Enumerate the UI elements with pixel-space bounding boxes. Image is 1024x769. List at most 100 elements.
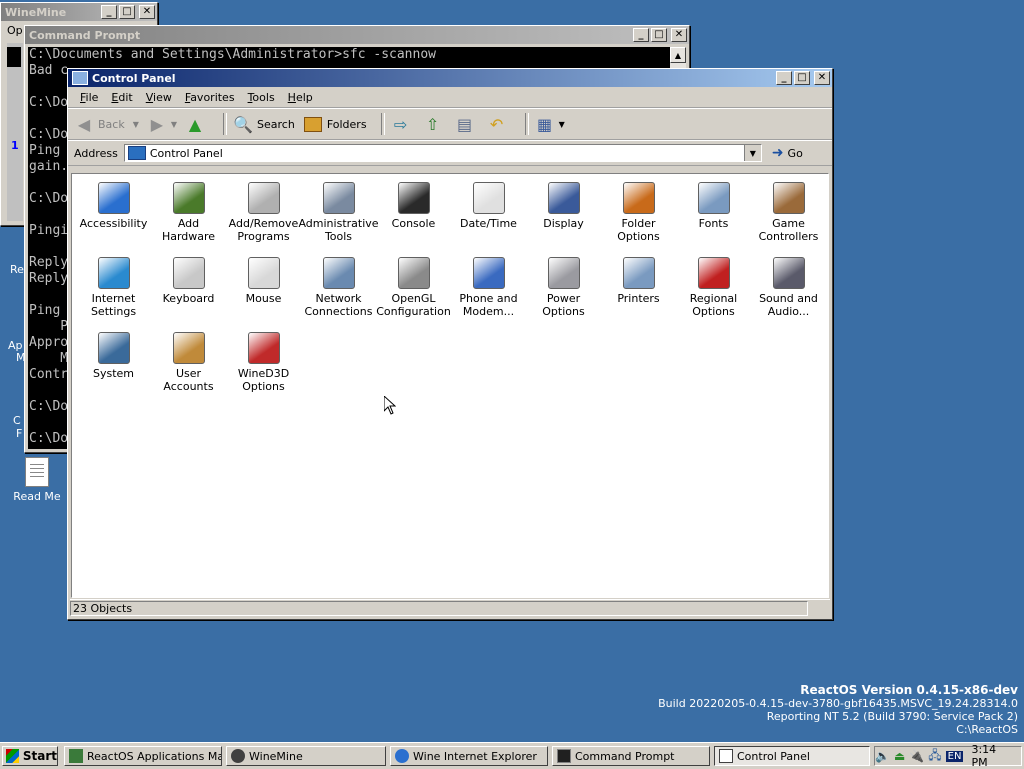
control-panel-titlebar[interactable]: Control Panel _ □ ✕ xyxy=(68,69,832,87)
applet-label-line2: Tools xyxy=(324,230,353,243)
back-button[interactable]: ◀ Back ▼ xyxy=(74,114,139,134)
menu-edit[interactable]: Edit xyxy=(111,91,132,104)
chevron-down-icon[interactable]: ▼ xyxy=(133,120,139,129)
minimize-button[interactable]: _ xyxy=(776,71,792,85)
add-hardware-icon xyxy=(172,182,205,214)
back-arrow-icon: ◀ xyxy=(77,114,91,134)
desktop-partial-label: C xyxy=(13,414,21,427)
folders-button[interactable]: Folders xyxy=(303,114,367,134)
forward-button[interactable]: ▶ ▼ xyxy=(147,114,177,134)
close-button[interactable]: ✕ xyxy=(139,5,155,19)
language-indicator[interactable]: EN xyxy=(945,750,964,762)
keyboard-icon xyxy=(172,257,205,289)
up-button[interactable]: ▲ xyxy=(185,114,209,134)
applet-date-time[interactable]: Date/Time xyxy=(451,178,526,253)
applet-accessibility[interactable]: Accessibility xyxy=(76,178,151,253)
status-text: 23 Objects xyxy=(73,602,133,615)
system-icon xyxy=(97,332,130,364)
applet-display[interactable]: Display xyxy=(526,178,601,253)
menu-view[interactable]: View xyxy=(146,91,172,104)
minefield[interactable]: 1 xyxy=(7,43,23,221)
scroll-up-icon[interactable]: ▲ xyxy=(670,47,686,63)
toolbar-separator xyxy=(524,113,529,135)
display-icon xyxy=(547,182,580,214)
minimize-button[interactable]: _ xyxy=(633,28,649,42)
close-button[interactable]: ✕ xyxy=(671,28,687,42)
up-arrow-icon: ▲ xyxy=(188,114,202,134)
applet-label: Sound and xyxy=(759,292,818,305)
applet-label-line2: Options xyxy=(692,305,735,318)
undo-icon: ↶ xyxy=(489,114,504,134)
control-panel-content[interactable]: Accessibility Add Hardware Add/Remove Progra… xyxy=(71,173,829,598)
applet-internet-settings[interactable]: Internet Settings xyxy=(76,253,151,328)
chevron-down-icon[interactable]: ▼ xyxy=(559,120,565,129)
applet-regional-options[interactable]: Regional Options xyxy=(676,253,751,328)
taskbar-button-app-manager[interactable]: ReactOS Applications Man... xyxy=(64,746,222,766)
go-button[interactable]: ➜ Go xyxy=(772,145,803,161)
winemine-titlebar[interactable]: WineMine _ □ ✕ xyxy=(1,3,157,21)
applet-power-options[interactable]: Power Options xyxy=(526,253,601,328)
taskbar-button-command-prompt[interactable]: Command Prompt xyxy=(552,746,710,766)
close-button[interactable]: ✕ xyxy=(814,71,830,85)
undo-button[interactable]: ↶ xyxy=(487,114,511,134)
menu-file[interactable]: File xyxy=(80,91,98,104)
safely-remove-icon[interactable]: ⏏ xyxy=(894,749,905,763)
applet-opengl[interactable]: OpenGL Configuration xyxy=(376,253,451,328)
applet-printers[interactable]: Printers xyxy=(601,253,676,328)
move-to-icon: ⇨ xyxy=(393,114,408,134)
menu-help[interactable]: Help xyxy=(288,91,313,104)
cmd-titlebar[interactable]: Command Prompt _ □ ✕ xyxy=(25,26,689,44)
applet-user-accounts[interactable]: User Accounts xyxy=(151,328,226,403)
applet-keyboard[interactable]: Keyboard xyxy=(151,253,226,328)
applet-game-controllers[interactable]: Game Controllers xyxy=(751,178,826,253)
control-panel-window[interactable]: Control Panel _ □ ✕ File Edit View Favor… xyxy=(67,68,833,620)
volume-icon[interactable]: 🔈 xyxy=(875,749,890,763)
clock[interactable]: 3:14 PM xyxy=(971,743,1015,769)
document-icon xyxy=(25,457,49,487)
address-input[interactable]: Control Panel ▼ xyxy=(123,144,762,162)
applet-label: Add xyxy=(177,217,200,230)
applet-label: Date/Time xyxy=(460,217,517,230)
move-to-button[interactable]: ⇨ xyxy=(391,114,415,134)
maximize-button[interactable]: □ xyxy=(119,5,135,19)
network-connections-icon xyxy=(322,257,355,289)
taskbar-button-control-panel[interactable]: Control Panel xyxy=(714,746,870,766)
minimize-button[interactable]: _ xyxy=(101,5,117,19)
desktop-icon-read-me[interactable]: Read Me xyxy=(12,457,62,503)
applet-wined3d[interactable]: WineD3D Options xyxy=(226,328,301,403)
applet-system[interactable]: System xyxy=(76,328,151,403)
power-icon[interactable]: 🔌 xyxy=(909,749,924,763)
maximize-button[interactable]: □ xyxy=(794,71,810,85)
chevron-down-icon[interactable]: ▼ xyxy=(171,120,177,129)
maximize-button[interactable]: □ xyxy=(651,28,667,42)
search-button[interactable]: 🔍 Search xyxy=(233,114,295,134)
applet-label-line2: Connections xyxy=(304,305,373,318)
menu-favorites[interactable]: Favorites xyxy=(185,91,235,104)
chevron-down-icon[interactable]: ▼ xyxy=(743,145,761,161)
applet-add-remove-programs[interactable]: Add/Remove Programs xyxy=(226,178,301,253)
winemine-icon xyxy=(231,749,245,763)
network-icon[interactable]: 🖧 xyxy=(928,746,941,767)
console-icon xyxy=(397,182,430,214)
applet-fonts[interactable]: Fonts xyxy=(676,178,751,253)
applet-administrative-tools[interactable]: Administrative Tools xyxy=(298,178,379,253)
applet-label-line2: Controllers xyxy=(758,230,819,243)
views-button[interactable]: ▦ ▼ xyxy=(535,114,565,134)
taskbar-button-winemine[interactable]: WineMine xyxy=(226,746,386,766)
applet-add-hardware[interactable]: Add Hardware xyxy=(151,178,226,253)
applet-label: Game xyxy=(772,217,805,230)
delete-button[interactable]: ▤ xyxy=(455,114,479,134)
applet-sound-audio[interactable]: Sound and Audio... xyxy=(751,253,826,328)
applet-mouse[interactable]: Mouse xyxy=(226,253,301,328)
menu-tools[interactable]: Tools xyxy=(248,91,275,104)
applet-folder-options[interactable]: Folder Options xyxy=(601,178,676,253)
applet-phone-modem[interactable]: Phone and Modem... xyxy=(451,253,526,328)
start-button[interactable]: Start xyxy=(2,746,58,766)
copy-to-button[interactable]: ⇧ xyxy=(423,114,447,134)
internet-explorer-icon xyxy=(395,749,409,763)
applet-console[interactable]: Console xyxy=(376,178,451,253)
applet-network-connections[interactable]: Network Connections xyxy=(301,253,376,328)
applet-label: Fonts xyxy=(698,217,729,230)
taskbar-button-internet-explorer[interactable]: Wine Internet Explorer xyxy=(390,746,548,766)
applet-label: OpenGL xyxy=(391,292,436,305)
